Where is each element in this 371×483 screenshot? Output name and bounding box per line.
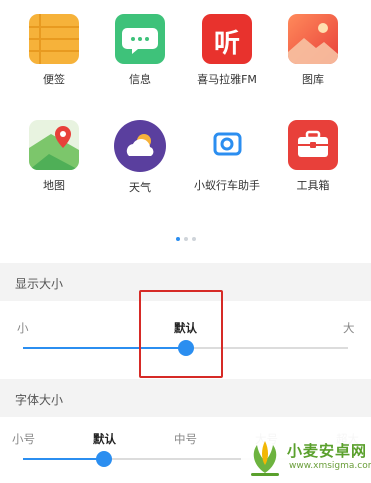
font-size-label: 小号 [12, 432, 35, 446]
display-size-small-label: 小 [17, 321, 29, 335]
app-dashcam[interactable]: 小蚁行车助手 [181, 0, 273, 193]
app-label: 工具箱 [296, 179, 330, 192]
app-label: 地图 [43, 179, 65, 192]
weather-icon [114, 120, 166, 172]
font-size-label: 默认 [93, 432, 116, 446]
page-dot [191, 237, 196, 241]
page-dot [175, 237, 180, 241]
app-grid: 便签 信息 听 喜马拉雅FM 图库 地图 天气 小蚁行车助手 工具箱 [0, 0, 371, 258]
watermark-url: www.xmsigma.com [289, 461, 371, 471]
map-icon [29, 120, 79, 170]
section-title: 显示大小 [15, 277, 64, 291]
page-dot [183, 237, 188, 241]
app-maps[interactable]: 地图 [8, 0, 100, 193]
section-title: 字体大小 [15, 393, 64, 407]
display-size-large-label: 大 [343, 321, 355, 335]
font-size-label: 中号 [174, 432, 197, 446]
font-size-slider-thumb[interactable] [96, 451, 113, 467]
watermark: 小麦安卓网 www.xmsigma.com [241, 431, 371, 483]
app-label: 小蚁行车助手 [194, 179, 260, 192]
watermark-name: 小麦安卓网 [287, 442, 368, 460]
app-label: 天气 [129, 181, 151, 194]
app-toolbox[interactable]: 工具箱 [267, 0, 359, 193]
font-size-header: 字体大小 [0, 379, 371, 417]
app-weather[interactable]: 天气 [94, 0, 186, 195]
highlight-box [139, 290, 223, 378]
page-indicator [0, 237, 371, 241]
toolbox-icon [288, 120, 338, 170]
font-size-slider-fill [23, 458, 105, 460]
watermark-logo-icon [251, 441, 279, 476]
camera-icon [202, 120, 252, 170]
